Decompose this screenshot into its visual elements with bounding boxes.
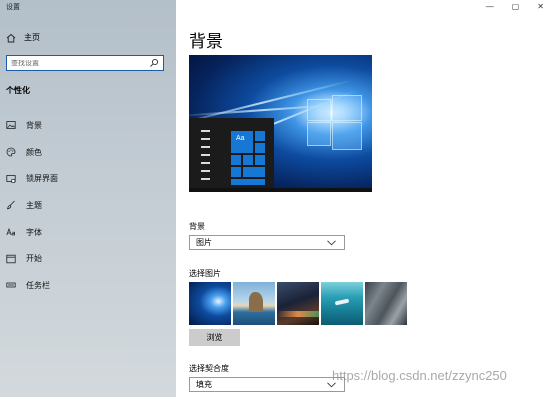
window-logo-pane bbox=[332, 95, 362, 121]
preview-tile bbox=[255, 143, 265, 153]
taskbar-icon bbox=[6, 283, 16, 288]
sidebar-item-label: 颜色 bbox=[26, 147, 42, 157]
brush-icon bbox=[6, 201, 15, 210]
thumbnail-night-sky[interactable] bbox=[277, 282, 319, 325]
start-menu-mockup: Aa bbox=[189, 118, 274, 192]
menu-line bbox=[201, 138, 210, 140]
fit-value: 填充 bbox=[196, 380, 212, 389]
picture-icon bbox=[6, 121, 16, 130]
palette-icon bbox=[6, 147, 16, 157]
watermark: https://blog.csdn.net/zzync250 bbox=[332, 368, 507, 383]
background-type-label: 背景 bbox=[189, 222, 205, 231]
fit-label: 选择契合度 bbox=[189, 364, 229, 373]
sidebar-nav: 背景 颜色 锁屏界面 主题 字体 开始 任务栏 bbox=[0, 112, 176, 299]
preview-tile bbox=[243, 155, 253, 165]
sidebar: 设置 主页 个性化 背景 颜色 bbox=[0, 0, 176, 397]
menu-line bbox=[201, 146, 210, 148]
window-logo-pane bbox=[307, 122, 331, 146]
menu-line bbox=[201, 154, 210, 156]
background-preview: Aa bbox=[189, 55, 372, 192]
browse-button[interactable]: 浏览 bbox=[189, 329, 240, 346]
start-icon bbox=[6, 254, 16, 263]
sidebar-item-colors[interactable]: 颜色 bbox=[0, 139, 176, 166]
sidebar-item-start[interactable]: 开始 bbox=[0, 245, 176, 272]
window-logo-pane bbox=[332, 122, 362, 150]
window-logo-pane bbox=[307, 99, 331, 121]
menu-line bbox=[201, 130, 210, 132]
font-icon bbox=[6, 227, 15, 236]
sidebar-item-taskbar[interactable]: 任务栏 bbox=[0, 272, 176, 299]
home-nav-item[interactable]: 主页 bbox=[6, 32, 40, 43]
page-title: 背景 bbox=[189, 32, 223, 51]
preview-tile bbox=[231, 179, 265, 185]
preview-tile bbox=[231, 167, 241, 177]
sidebar-item-label: 背景 bbox=[26, 120, 42, 130]
section-title: 个性化 bbox=[6, 86, 30, 95]
sidebar-item-label: 锁屏界面 bbox=[26, 174, 58, 184]
minimize-button[interactable]: — bbox=[486, 2, 494, 11]
thumbnail-rock-cliff[interactable] bbox=[365, 282, 407, 325]
lock-screen-icon bbox=[6, 174, 16, 183]
horizon-glow bbox=[277, 311, 319, 317]
preview-taskbar bbox=[189, 188, 372, 192]
picture-thumbnails bbox=[189, 282, 407, 325]
thumbnail-underwater[interactable] bbox=[321, 282, 363, 325]
sidebar-item-background[interactable]: 背景 bbox=[0, 112, 176, 139]
sidebar-item-label: 开始 bbox=[26, 254, 42, 264]
rock-shape bbox=[249, 292, 263, 312]
menu-line bbox=[201, 178, 210, 180]
preview-tile bbox=[231, 155, 241, 165]
fit-dropdown[interactable]: 填充 bbox=[189, 377, 345, 392]
thumbnail-beach-rock[interactable] bbox=[233, 282, 275, 325]
preview-tile bbox=[243, 167, 265, 177]
choose-picture-label: 选择图片 bbox=[189, 269, 221, 278]
sidebar-item-themes[interactable]: 主题 bbox=[0, 192, 176, 219]
sidebar-item-label: 主题 bbox=[26, 200, 42, 210]
main-content: — ▢ ✕ 背景 Aa 背景 图片 选择图片 浏览 选择契合度 填充 https… bbox=[176, 0, 554, 397]
diver-shape bbox=[334, 298, 350, 306]
thumbnail-windows-hero[interactable] bbox=[189, 282, 231, 325]
background-type-value: 图片 bbox=[196, 238, 212, 247]
preview-tile bbox=[255, 155, 265, 165]
background-type-dropdown[interactable]: 图片 bbox=[189, 235, 345, 250]
maximize-button[interactable]: ▢ bbox=[512, 2, 520, 11]
search-box[interactable] bbox=[6, 55, 164, 71]
sidebar-item-label: 字体 bbox=[26, 227, 42, 237]
menu-line bbox=[201, 170, 210, 172]
sidebar-item-fonts[interactable]: 字体 bbox=[0, 219, 176, 246]
close-button[interactable]: ✕ bbox=[537, 2, 544, 11]
sidebar-item-lock-screen[interactable]: 锁屏界面 bbox=[0, 165, 176, 192]
menu-line bbox=[201, 162, 210, 164]
search-input[interactable] bbox=[11, 59, 149, 67]
preview-tile-aa: Aa bbox=[231, 131, 253, 153]
home-label: 主页 bbox=[24, 33, 40, 42]
home-icon bbox=[6, 33, 16, 42]
sidebar-item-label: 任务栏 bbox=[26, 280, 50, 290]
window-title: 设置 bbox=[6, 4, 20, 11]
window-controls: — ▢ ✕ bbox=[486, 2, 544, 11]
chevron-down-icon bbox=[327, 239, 336, 245]
preview-tile bbox=[255, 131, 265, 141]
search-icon[interactable] bbox=[149, 58, 159, 68]
